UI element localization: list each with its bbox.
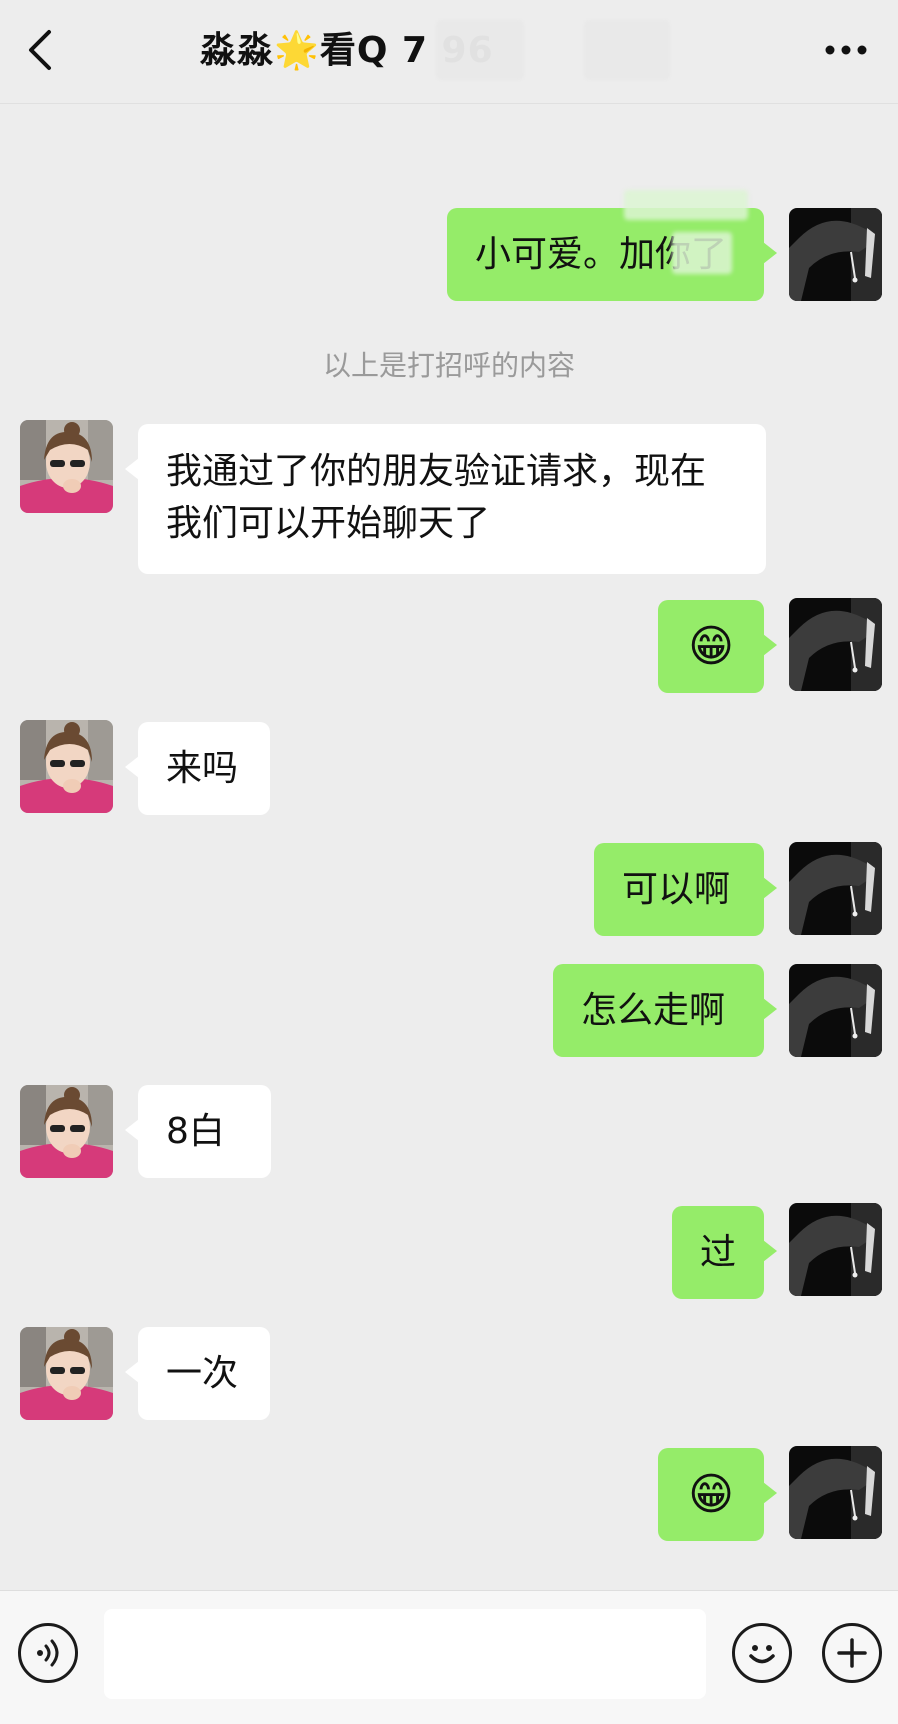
message-bubble-received[interactable]: 来吗: [125, 722, 270, 815]
message-bubble-sent[interactable]: 过: [672, 1206, 777, 1299]
chevron-left-icon: [29, 30, 51, 70]
message-text: 8白: [166, 1110, 225, 1152]
privacy-blur: [584, 20, 670, 80]
message-bubble-received[interactable]: 我通过了你的朋友验证请求，现在我们可以开始聊天了: [125, 424, 766, 574]
message-text: 我通过了你的朋友验证请求，现在我们可以开始聊天了: [166, 451, 707, 544]
avatar-me[interactable]: [789, 208, 882, 301]
avatar-me[interactable]: [789, 1203, 882, 1296]
privacy-blur: [672, 232, 732, 274]
greeting-note: 以上是打招呼的内容: [322, 349, 575, 382]
message-text: 怎么走啊: [581, 989, 726, 1031]
avatar-contact[interactable]: [20, 720, 113, 813]
voice-icon: [37, 1639, 59, 1667]
emoji-button[interactable]: [732, 1623, 792, 1683]
avatar-me[interactable]: [789, 964, 882, 1057]
avatar-me[interactable]: [789, 842, 882, 935]
plus-button[interactable]: [822, 1623, 882, 1683]
message-text: 一次: [166, 1352, 239, 1394]
message-bubble-received[interactable]: 一次: [125, 1327, 270, 1420]
message-bubble-sent[interactable]: 怎么走啊: [553, 964, 777, 1057]
message-text: 过: [700, 1231, 737, 1273]
more-dots-icon: [825, 45, 867, 55]
more-button[interactable]: [818, 30, 874, 70]
avatar-contact[interactable]: [20, 1085, 113, 1178]
message-bubble-sent[interactable]: 😁: [658, 1448, 777, 1541]
chat-header: 淼淼🌟看Q 7 96: [0, 0, 898, 104]
message-bubble-sent[interactable]: 😁: [658, 600, 777, 693]
grinning-emoji-icon: 😁: [688, 620, 734, 672]
privacy-blur: [436, 20, 524, 80]
message-text: 可以啊: [622, 868, 731, 910]
message-bubble-sent[interactable]: 可以啊: [594, 843, 777, 936]
avatar-me[interactable]: [789, 598, 882, 691]
avatar-contact[interactable]: [20, 1327, 113, 1420]
voice-button[interactable]: [18, 1623, 78, 1683]
message-input[interactable]: [104, 1609, 706, 1699]
privacy-blur: [624, 190, 748, 220]
avatar-contact[interactable]: [20, 420, 113, 513]
back-button[interactable]: [18, 22, 62, 78]
avatar-me[interactable]: [789, 1446, 882, 1539]
message-bubble-received[interactable]: 8白: [125, 1085, 271, 1178]
grinning-emoji-icon: 😁: [688, 1468, 734, 1520]
input-bar: [0, 1590, 898, 1724]
plus-icon: [837, 1638, 867, 1668]
emoji-icon: [749, 1645, 775, 1664]
message-text: 来吗: [166, 747, 239, 789]
